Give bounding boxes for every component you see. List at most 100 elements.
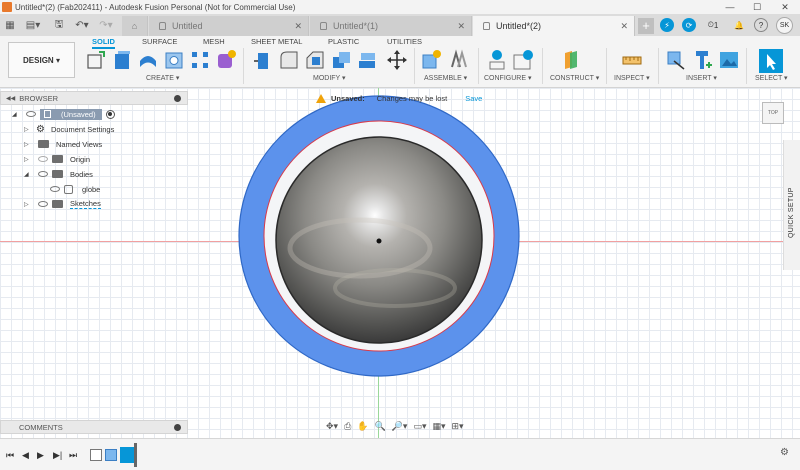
tab-solid[interactable]: SOLID bbox=[92, 37, 115, 49]
insert-mcmaster-icon[interactable] bbox=[692, 49, 714, 71]
tab-plastic[interactable]: PLASTIC bbox=[328, 37, 359, 46]
combine-icon[interactable] bbox=[356, 49, 378, 71]
visibility-eye-icon[interactable] bbox=[38, 171, 48, 177]
fit-icon[interactable]: 🔎▾ bbox=[392, 421, 408, 432]
zoom-icon[interactable]: 🔍 bbox=[374, 421, 385, 432]
construct-menu[interactable]: CONSTRUCT ▾ bbox=[550, 74, 599, 82]
save-icon[interactable]: 🖫 bbox=[52, 17, 66, 33]
revolve-icon[interactable] bbox=[137, 49, 159, 71]
visibility-eye-icon[interactable] bbox=[38, 201, 48, 207]
hidden-eye-icon[interactable] bbox=[38, 156, 48, 162]
chevron-right-icon[interactable]: ▷ bbox=[24, 201, 32, 208]
workspace-switcher[interactable]: DESIGN ▾ bbox=[8, 42, 75, 78]
tab-surface[interactable]: SURFACE bbox=[142, 37, 177, 46]
collapse-icon[interactable]: ◀◀ bbox=[6, 95, 15, 102]
chevron-right-icon[interactable]: ▷ bbox=[24, 156, 32, 163]
close-icon[interactable]: ✕ bbox=[773, 0, 797, 14]
tree-root[interactable]: ◢ (Unsaved) bbox=[12, 107, 115, 121]
go-to-end-icon[interactable]: ⏭ bbox=[69, 450, 77, 461]
create-sketch-icon[interactable] bbox=[85, 49, 107, 71]
tree-item-document-settings[interactable]: ▷ ⚙ Document Settings bbox=[24, 122, 114, 136]
tab-utilities[interactable]: UTILITIES bbox=[387, 37, 422, 46]
timeline-revolve-feature[interactable] bbox=[105, 449, 117, 461]
form-icon[interactable] bbox=[215, 49, 237, 71]
display-settings-icon[interactable]: ▭▾ bbox=[413, 421, 426, 432]
avatar[interactable]: SK bbox=[776, 17, 793, 34]
play-icon[interactable]: ▶ bbox=[37, 450, 44, 461]
globe-model[interactable] bbox=[0, 88, 800, 438]
save-link[interactable]: Save bbox=[465, 94, 482, 103]
undo-icon[interactable]: ↶▾ bbox=[72, 17, 92, 33]
inspect-menu[interactable]: INSPECT ▾ bbox=[614, 74, 650, 82]
close-tab-icon[interactable]: ✕ bbox=[620, 21, 628, 32]
quick-setup-panel[interactable]: QUICK SETUP bbox=[783, 140, 800, 270]
tree-item-origin[interactable]: ▷ Origin bbox=[24, 152, 90, 166]
tab-untitled[interactable]: Untitled ✕ bbox=[149, 16, 309, 36]
visibility-eye-icon[interactable] bbox=[26, 111, 36, 117]
viewports-icon[interactable]: ⊞▾ bbox=[452, 421, 464, 432]
tab-untitled-2[interactable]: Untitled*(2) ✕ bbox=[473, 16, 635, 36]
tree-item-sketches[interactable]: ▷ Sketches bbox=[24, 197, 101, 211]
gear-icon[interactable]: ⚙ bbox=[780, 447, 789, 458]
chevron-down-icon[interactable]: ◢ bbox=[24, 171, 32, 178]
close-tab-icon[interactable]: ✕ bbox=[294, 21, 302, 32]
tab-mesh[interactable]: MESH bbox=[203, 37, 225, 46]
go-to-start-icon[interactable]: ⏮ bbox=[6, 450, 14, 461]
notifications-icon[interactable]: 🔔 bbox=[732, 18, 746, 32]
data-panel-icon[interactable]: ⟳ bbox=[682, 18, 696, 32]
offset-plane-icon[interactable] bbox=[560, 49, 582, 71]
new-tab-button[interactable]: + bbox=[638, 18, 654, 34]
tree-item-globe[interactable]: globe bbox=[48, 182, 100, 196]
tree-item-named-views[interactable]: ▷ Named Views bbox=[24, 137, 102, 151]
viewport-canvas[interactable]: ◀◀ BROWSER ◢ (Unsaved) ▷ ⚙ Document Sett… bbox=[0, 88, 800, 438]
pin-icon[interactable] bbox=[174, 94, 181, 102]
new-component-icon[interactable] bbox=[420, 49, 442, 71]
minimize-icon[interactable]: — bbox=[718, 0, 742, 14]
grid-settings-icon[interactable]: ▦▾ bbox=[432, 421, 445, 432]
measure-icon[interactable] bbox=[621, 49, 643, 71]
job-status-icon[interactable]: ⏲ 1 bbox=[702, 18, 724, 32]
home-tab[interactable]: ⌂ bbox=[122, 16, 148, 36]
help-icon[interactable]: ? bbox=[754, 18, 768, 32]
tab-untitled-1[interactable]: Untitled*(1) ✕ bbox=[310, 16, 472, 36]
fillet-icon[interactable] bbox=[278, 49, 300, 71]
press-pull-icon[interactable] bbox=[252, 49, 274, 71]
insert-menu[interactable]: INSERT ▾ bbox=[686, 74, 717, 82]
configure-menu[interactable]: CONFIGURE ▾ bbox=[484, 74, 531, 82]
browser-header[interactable]: ◀◀ BROWSER bbox=[0, 91, 188, 105]
modify-menu[interactable]: MODIFY ▾ bbox=[313, 74, 346, 82]
orbit-icon[interactable]: ✥▾ bbox=[326, 421, 338, 432]
chamfer-icon[interactable] bbox=[304, 49, 326, 71]
insert-canvas-icon[interactable] bbox=[718, 49, 740, 71]
step-back-icon[interactable]: ◀ bbox=[22, 450, 29, 461]
maximize-icon[interactable]: ☐ bbox=[745, 0, 769, 14]
extensions-icon[interactable]: ⚡ bbox=[660, 18, 674, 32]
add-comment-icon[interactable] bbox=[174, 423, 181, 431]
select-tool-icon[interactable] bbox=[759, 49, 783, 73]
chevron-down-icon[interactable]: ◢ bbox=[12, 111, 20, 118]
insert-derive-icon[interactable] bbox=[666, 49, 688, 71]
hole-icon[interactable] bbox=[163, 49, 185, 71]
extrude-icon[interactable] bbox=[111, 49, 133, 71]
assemble-menu[interactable]: ASSEMBLE ▾ bbox=[424, 74, 467, 82]
redo-icon[interactable]: ↷▾ bbox=[96, 17, 116, 33]
comments-panel[interactable]: COMMENTS bbox=[0, 420, 188, 434]
chevron-right-icon[interactable]: ▷ bbox=[24, 126, 32, 133]
move-icon[interactable] bbox=[386, 49, 408, 71]
tree-item-bodies[interactable]: ◢ Bodies bbox=[24, 167, 93, 181]
viewcube[interactable]: TOP bbox=[762, 102, 784, 124]
visibility-eye-icon[interactable] bbox=[50, 186, 60, 192]
tab-sheet-metal[interactable]: SHEET METAL bbox=[251, 37, 302, 46]
app-grid-icon[interactable]: ▦ bbox=[4, 17, 16, 33]
look-at-icon[interactable]: ⎙ bbox=[344, 421, 351, 432]
pan-icon[interactable]: ✋ bbox=[357, 421, 368, 432]
activate-radio-icon[interactable] bbox=[105, 109, 115, 119]
file-menu-icon[interactable]: ▤▾ bbox=[26, 17, 40, 33]
timeline-marker[interactable] bbox=[134, 443, 137, 467]
create-menu[interactable]: CREATE ▾ bbox=[146, 74, 179, 82]
shell-icon[interactable] bbox=[330, 49, 352, 71]
timeline-sketch-feature[interactable] bbox=[90, 449, 102, 461]
chevron-right-icon[interactable]: ▷ bbox=[24, 141, 32, 148]
close-tab-icon[interactable]: ✕ bbox=[457, 21, 465, 32]
configure-table-icon[interactable] bbox=[486, 49, 508, 71]
